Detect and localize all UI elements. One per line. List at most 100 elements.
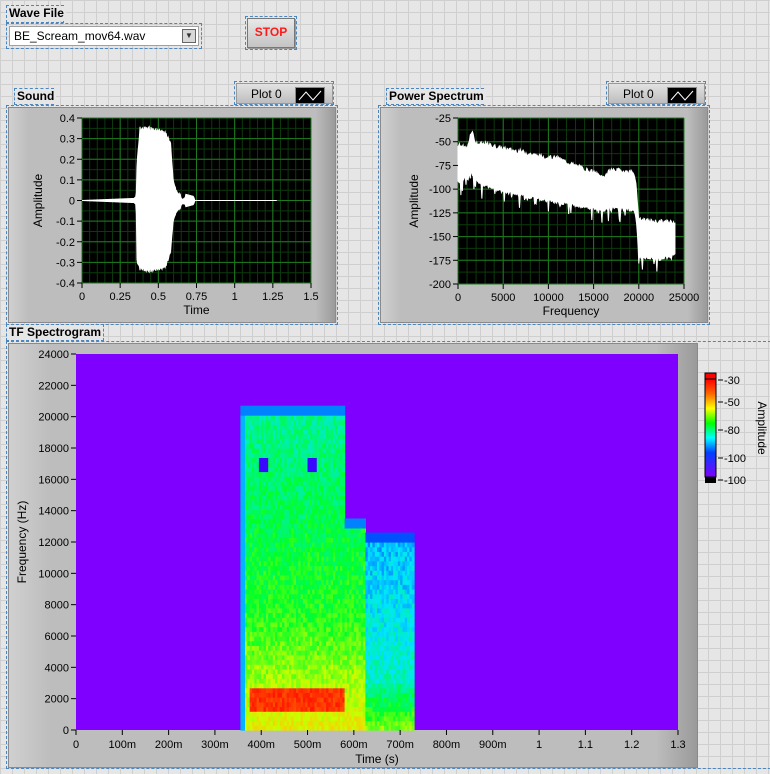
y-tick-label: 18000 — [38, 443, 69, 455]
spectrogram-cell — [411, 631, 415, 637]
spectrogram-cell — [342, 513, 346, 520]
y-tick-label: -75 — [435, 160, 451, 172]
x-tick-label: 800m — [433, 739, 461, 751]
spectrogram-cell — [411, 612, 415, 618]
x-tick-label: 1 — [536, 739, 542, 751]
spectrogram-cell — [411, 697, 415, 703]
y-tick-label: -150 — [429, 232, 451, 244]
spectrogram-cell — [411, 556, 415, 562]
spectrogram-label: TF Spectrogram — [7, 325, 104, 340]
stop-button[interactable]: STOP — [247, 18, 295, 48]
spectrogram-cell — [411, 542, 415, 548]
spectrogram-cell — [411, 603, 415, 609]
y-tick-label: 22000 — [38, 380, 69, 392]
spectrogram-cell — [411, 560, 415, 567]
power-spectrum-label: Power Spectrum — [387, 89, 486, 104]
spectrogram-cell — [342, 448, 346, 454]
x-tick-label: 10000 — [533, 292, 564, 304]
spectrogram-cell — [342, 438, 346, 444]
x-axis-label: Time (s) — [355, 752, 399, 766]
spectrogram-cell — [411, 636, 415, 642]
y-tick-label: -25 — [435, 113, 451, 125]
spectrogram-cell — [411, 687, 415, 693]
spectrogram-cell — [411, 574, 415, 581]
spectrogram-cell — [411, 725, 415, 731]
x-tick-label: 1.1 — [578, 739, 593, 751]
colorbar-tick-label: -50 — [724, 397, 740, 409]
spectrogram-cell — [363, 518, 366, 524]
chevron-down-icon[interactable]: ▼ — [182, 29, 196, 43]
x-tick-label: 500m — [294, 739, 322, 751]
spectrogram-cell — [411, 678, 415, 684]
x-axis-label: Frequency — [543, 304, 600, 318]
colorbar-low-swatch — [705, 477, 716, 483]
y-tick-label: 0 — [63, 725, 69, 737]
spectrogram-cell — [363, 523, 366, 529]
sound-chart: 0 0.25 0.5 0.75 1 1.25 1.50.40.30.20.10-0.1-0.… — [31, 113, 319, 317]
spectrogram-cell — [411, 546, 415, 552]
power-spectrum-chart: 0 5000 10000 15000 20000 25000-25-50-75-100-1… — [407, 113, 699, 318]
spectrogram-cell — [411, 683, 415, 689]
spectrogram-cell — [411, 692, 415, 698]
spectrogram-cell — [342, 490, 346, 496]
x-tick-label: 700m — [386, 739, 414, 751]
x-tick-label: 600m — [340, 739, 368, 751]
spectrogram-cell — [342, 415, 346, 421]
power-spectrum-legend-label: Plot 0 — [623, 87, 654, 101]
spectrogram-cell — [342, 452, 346, 458]
x-tick-label: 400m — [247, 739, 275, 751]
spectrogram-cell — [411, 584, 415, 590]
spectrogram-cell — [411, 570, 415, 576]
line-plot-icon — [667, 87, 697, 104]
x-tick-label: 200m — [155, 739, 183, 751]
y-tick-label: 0 — [69, 196, 75, 208]
colorbar-tick-label: -100 — [724, 453, 746, 465]
y-tick-label: 24000 — [38, 349, 69, 361]
x-tick-label: 0.5 — [151, 291, 166, 303]
spectrogram-cell — [411, 565, 415, 571]
spectrogram-cell — [411, 589, 415, 595]
colorbar-scale — [704, 378, 717, 478]
x-tick-label: 0 — [455, 292, 461, 304]
spectrogram-cell — [411, 673, 415, 679]
spectrogram-cell — [342, 504, 346, 510]
spectrogram-cell — [342, 466, 346, 473]
y-tick-label: -0.3 — [56, 257, 75, 269]
wave-file-value: BE_Scream_mov64.wav — [14, 29, 146, 43]
y-tick-label: 20000 — [38, 412, 69, 424]
y-tick-label: 0.1 — [60, 175, 75, 187]
x-tick-label: 20000 — [624, 292, 655, 304]
sound-label: Sound — [15, 89, 57, 104]
spectrogram-cell — [342, 457, 346, 463]
spectrogram-cell — [342, 410, 346, 416]
y-axis-label: Frequency (Hz) — [15, 501, 29, 584]
sound-plot-legend[interactable]: Plot 0 — [236, 83, 333, 104]
spectrogram-cell — [363, 527, 366, 534]
spectrogram-cell — [411, 706, 415, 712]
spectrogram-cell — [411, 715, 415, 722]
spectrogram-cell — [411, 537, 415, 543]
y-tick-label: 0.2 — [60, 154, 75, 166]
x-tick-label: 0.75 — [186, 291, 207, 303]
y-axis-label: Amplitude — [31, 174, 45, 228]
spectrogram-cell — [411, 720, 415, 726]
x-tick-label: 1 — [232, 291, 238, 303]
x-tick-label: 900m — [479, 739, 507, 751]
spectrogram-cell — [411, 626, 415, 632]
y-tick-label: 12000 — [38, 537, 69, 549]
y-tick-label: -0.1 — [56, 216, 75, 228]
power-spectrum-graph-panel: 0 5000 10000 15000 20000 25000 -25 -50 -75 -100 -1… — [380, 107, 708, 323]
x-tick-label: 1.2 — [624, 739, 639, 751]
spectrogram-cell — [342, 405, 346, 411]
y-tick-label: -200 — [429, 279, 451, 291]
colorbar-tick-label: -80 — [724, 425, 740, 437]
spectrogram-cell — [411, 645, 415, 651]
spectrogram-cell — [342, 480, 346, 487]
colorbar-tick-label: -30 — [724, 375, 740, 387]
spectrogram-cell — [411, 650, 415, 656]
spectrogram-chart: 0 100m 200m 300m 400m 500m 600m 700m 800m 900m 1 1.… — [15, 349, 686, 766]
spectrogram-graph-panel: 0 100m 200m 300m 400m 500m 600m 700m 800m 900m 1 1.… — [8, 343, 698, 768]
spectrogram-cell — [342, 462, 346, 468]
power-spectrum-plot-legend[interactable]: Plot 0 — [608, 83, 705, 104]
wave-file-select[interactable]: BE_Scream_mov64.wav ▼ — [9, 26, 199, 46]
